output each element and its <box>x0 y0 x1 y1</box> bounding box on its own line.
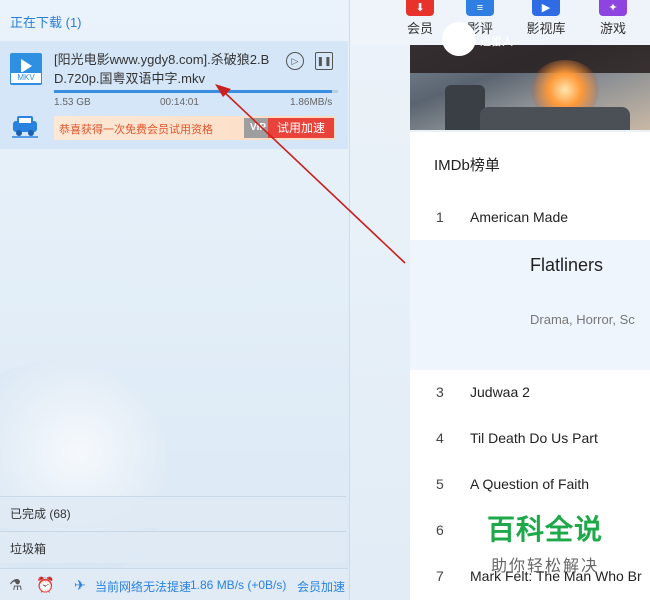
featured-genre: Drama, Horror, Sc <box>530 312 635 327</box>
video-library-icon: ▶ <box>532 0 560 16</box>
file-size: 1.53 GB <box>54 97 91 108</box>
imdb-rank: 3 <box>436 384 444 400</box>
nav-game[interactable]: ✦ 游戏 <box>583 0 643 45</box>
featured-title: Flatliners <box>530 255 604 275</box>
imdb-list-item[interactable]: 4 Til Death Do Us Part <box>410 424 650 454</box>
alarm-clock-icon[interactable]: ⏰ <box>36 576 55 594</box>
watermark-sub: 助你轻松解决 <box>490 558 599 575</box>
imdb-movie-name: Judwaa 2 <box>470 384 530 400</box>
nav-video-library-label: 影视库 <box>526 21 566 36</box>
watermark: 百科全说 助你轻松解决 <box>475 508 615 576</box>
imdb-rank: 6 <box>436 522 444 538</box>
vip-trial-banner: 恭喜获得一次免费会员试用资格 VIP 试用加速 <box>54 116 336 140</box>
speedup-car-icon <box>12 116 38 138</box>
download-progress-fill <box>54 90 333 93</box>
game-icon: ✦ <box>599 0 627 16</box>
network-status[interactable]: 当前网络无法提速 <box>95 578 191 595</box>
download-task-row[interactable]: MKV [阳光电影www.ygdy8.com].杀破狼2.BD.720p.国粤双… <box>0 41 348 149</box>
banner-figure <box>445 85 485 130</box>
download-panel: 正在下载 (1) MKV [阳光电影www.ygdy8.com].杀破狼2.BD… <box>0 0 350 600</box>
trash-section[interactable]: 垃圾箱 <box>0 531 346 563</box>
trial-speedup-button[interactable]: 试用加速 <box>268 118 334 138</box>
total-speed: 1.86 MB/s (+0B/s) <box>190 578 287 592</box>
plane-icon: ✈ <box>74 577 86 593</box>
flask-icon[interactable]: ⚗ <box>9 576 22 594</box>
vip-accelerate-link[interactable]: 会员加速 <box>297 578 345 595</box>
status-bar: ⚗ ⏰ ✈ 当前网络无法提速 1.86 MB/s (+0B/s) 会员加速 <box>0 568 348 600</box>
downloading-header[interactable]: 正在下载 (1) <box>0 0 349 40</box>
imdb-movie-name: Til Death Do Us Part <box>470 430 598 446</box>
imdb-list-item[interactable]: 3 Judwaa 2 <box>410 378 650 408</box>
imdb-list-item[interactable]: 1 American Made <box>410 203 650 233</box>
banner-logo-text: 迅雷人 <box>480 36 513 48</box>
imdb-rank: 1 <box>436 209 444 225</box>
completed-section[interactable]: 已完成 (68) <box>0 496 346 528</box>
xunlei-logo <box>442 22 476 56</box>
imdb-list-item[interactable]: 5 A Question of Faith <box>410 470 650 500</box>
imdb-movie-name: A Question of Faith <box>470 476 590 492</box>
imdb-title: IMDb榜单 <box>434 157 500 174</box>
file-ext-label: MKV <box>10 72 42 84</box>
pause-icon[interactable]: ❚❚ <box>315 52 333 70</box>
nav-video-library[interactable]: ▶ 影视库 <box>516 0 576 45</box>
imdb-movie-name: American Made <box>470 209 569 225</box>
file-name: [阳光电影www.ygdy8.com].杀破狼2.BD.720p.国粤双语中字.… <box>54 52 270 86</box>
nav-game-label: 游戏 <box>599 21 626 36</box>
nav-vip[interactable]: ⬇ 会员 <box>390 0 450 45</box>
imdb-rank: 4 <box>436 430 444 446</box>
play-file-icon[interactable]: ▷ <box>286 52 304 70</box>
remaining-time: 00:14:01 <box>160 97 199 108</box>
vip-icon: ⬇ <box>406 0 434 16</box>
banner-tank <box>480 107 630 130</box>
vip-promo-text: 恭喜获得一次免费会员试用资格 <box>59 124 213 136</box>
imdb-rank: 5 <box>436 476 444 492</box>
download-progress-bar <box>54 90 338 93</box>
watermark-main: 百科全说 <box>486 514 603 545</box>
nav-vip-label: 会员 <box>406 21 433 36</box>
movie-banner[interactable] <box>410 45 650 130</box>
review-icon: ≡ <box>466 0 494 16</box>
imdb-rank: 7 <box>436 568 444 584</box>
download-speed: 1.86MB/s <box>290 97 333 108</box>
